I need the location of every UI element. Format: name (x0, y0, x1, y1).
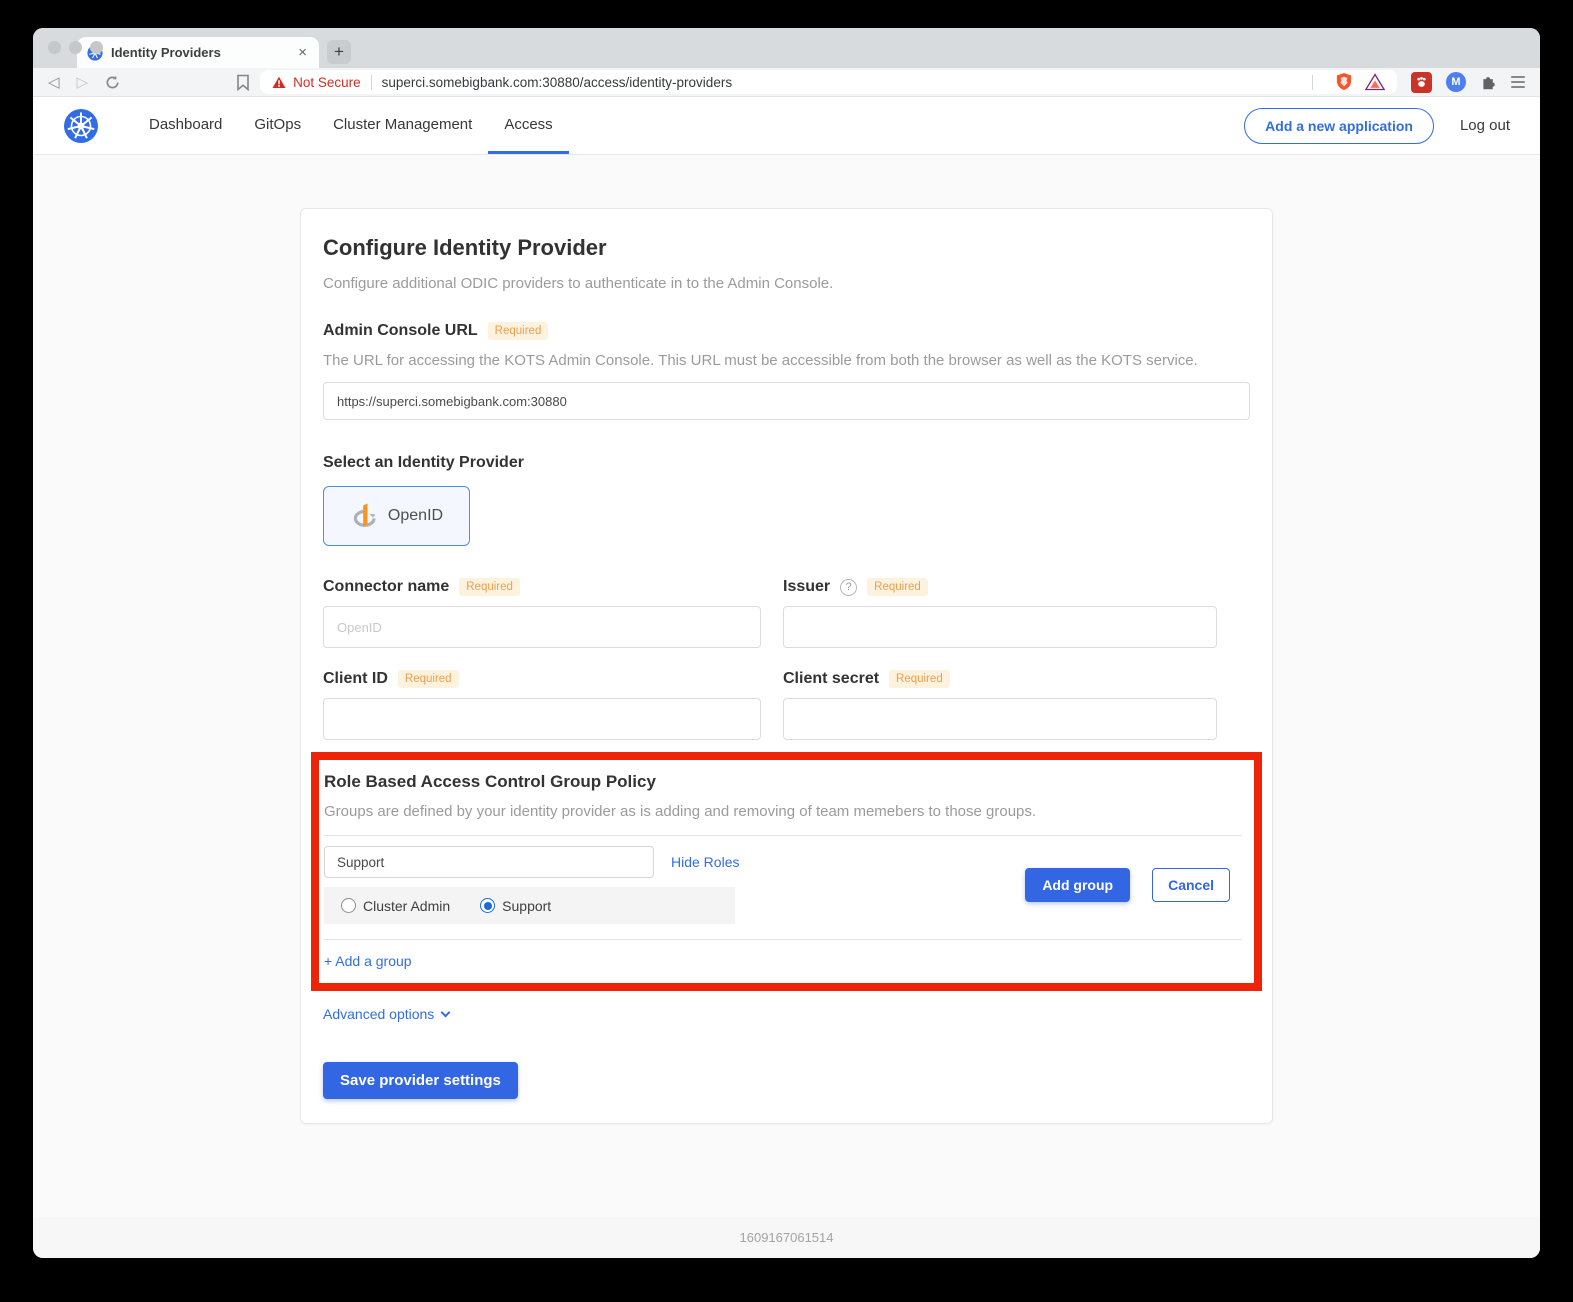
required-badge: Required (867, 578, 928, 596)
admin-console-url-label: Admin Console URL (323, 322, 478, 340)
client-secret-label: Client secret (783, 670, 879, 688)
main-nav: Dashboard GitOps Cluster Management Acce… (133, 97, 569, 154)
privacy-extension-icon[interactable] (1411, 72, 1432, 93)
back-icon[interactable]: ◁ (48, 75, 60, 90)
chevron-down-icon (441, 1007, 451, 1017)
cancel-button[interactable]: Cancel (1152, 868, 1230, 902)
page-footer: 1609167061514 (33, 1217, 1540, 1258)
required-badge: Required (889, 670, 950, 688)
nav-item-dashboard[interactable]: Dashboard (133, 97, 238, 154)
issuer-input[interactable] (783, 606, 1217, 648)
site-header: Dashboard GitOps Cluster Management Acce… (33, 97, 1540, 155)
url-separator (371, 75, 372, 90)
window-controls (48, 41, 103, 54)
page-title: Configure Identity Provider (323, 235, 1250, 261)
role-label: Support (502, 898, 551, 914)
radio-unselected-icon[interactable] (341, 898, 356, 913)
menu-icon[interactable] (1511, 76, 1525, 88)
required-badge: Required (459, 578, 520, 596)
group-editor-row: Hide Roles Cluster Admin Support (324, 846, 1242, 924)
group-name-input[interactable] (324, 846, 654, 878)
nav-item-gitops[interactable]: GitOps (238, 97, 317, 154)
browser-window: Identity Providers × + ◁ ▷ Not Secure su… (33, 28, 1540, 1258)
rbac-divider-bottom (324, 939, 1242, 940)
configure-identity-provider-card: Configure Identity Provider Configure ad… (300, 208, 1273, 1124)
role-radio-support[interactable]: Support (480, 898, 551, 914)
bat-rewards-icon[interactable] (1365, 73, 1385, 91)
required-badge: Required (398, 670, 459, 688)
openid-provider-label: OpenID (388, 507, 443, 525)
client-id-input[interactable] (323, 698, 761, 740)
tab-close-icon[interactable]: × (296, 44, 309, 61)
new-tab-button[interactable]: + (327, 40, 351, 64)
add-group-button[interactable]: Add group (1025, 868, 1130, 902)
url-text[interactable]: superci.somebigbank.com:30880/access/ide… (382, 75, 732, 90)
issuer-help-icon[interactable]: ? (840, 579, 857, 596)
bookmark-icon[interactable] (236, 74, 250, 91)
add-a-group-link[interactable]: + Add a group (324, 953, 412, 969)
hide-roles-link[interactable]: Hide Roles (671, 854, 739, 870)
advanced-options-toggle[interactable]: Advanced options (323, 1006, 449, 1022)
rbac-subtitle: Groups are defined by your identity prov… (324, 803, 1242, 820)
client-secret-input[interactable] (783, 698, 1217, 740)
admin-console-url-input[interactable] (323, 382, 1250, 420)
not-secure-label[interactable]: Not Secure (293, 75, 361, 90)
minimize-window-button[interactable] (69, 41, 82, 54)
role-radio-cluster-admin[interactable]: Cluster Admin (341, 898, 450, 914)
extensions-puzzle-icon[interactable] (1480, 74, 1497, 91)
rbac-highlight-box: Role Based Access Control Group Policy G… (311, 752, 1262, 991)
add-new-application-button[interactable]: Add a new application (1244, 108, 1434, 144)
role-label: Cluster Admin (363, 898, 450, 914)
page-body: Configure Identity Provider Configure ad… (33, 155, 1540, 1217)
rbac-title: Role Based Access Control Group Policy (324, 772, 1242, 792)
roles-box: Cluster Admin Support (324, 887, 735, 924)
shields-separator (1312, 75, 1313, 90)
connector-name-label: Connector name (323, 578, 449, 596)
maximize-window-button[interactable] (90, 41, 103, 54)
browser-toolbar: ◁ ▷ Not Secure superci.somebigbank.com:3… (33, 68, 1540, 97)
browser-tab[interactable]: Identity Providers × (77, 37, 319, 68)
connector-name-input[interactable] (323, 606, 761, 648)
close-window-button[interactable] (48, 41, 61, 54)
select-identity-provider-label: Select an Identity Provider (323, 454, 1250, 472)
m-extension-icon[interactable]: M (1446, 72, 1466, 92)
extension-icons: M (1411, 72, 1525, 93)
logout-link[interactable]: Log out (1460, 117, 1510, 134)
reload-icon[interactable] (105, 75, 120, 90)
openid-logo-icon (350, 501, 380, 531)
save-provider-settings-button[interactable]: Save provider settings (323, 1062, 518, 1099)
issuer-label: Issuer (783, 578, 830, 596)
footer-timestamp: 1609167061514 (740, 1230, 834, 1245)
nav-item-access[interactable]: Access (488, 97, 568, 154)
admin-console-url-description: The URL for accessing the KOTS Admin Con… (323, 352, 1250, 369)
forward-icon[interactable]: ▷ (77, 75, 89, 90)
tab-title: Identity Providers (111, 45, 288, 60)
brave-shield-icon[interactable] (1335, 72, 1353, 92)
tab-bar: Identity Providers × + (33, 28, 1540, 68)
required-badge: Required (488, 322, 549, 340)
kubernetes-logo-icon (63, 108, 99, 144)
openid-provider-card[interactable]: OpenID (323, 486, 470, 546)
url-bar[interactable]: Not Secure superci.somebigbank.com:30880… (260, 70, 1397, 94)
client-id-label: Client ID (323, 670, 388, 688)
nav-item-cluster-management[interactable]: Cluster Management (317, 97, 488, 154)
not-secure-warning-icon[interactable] (272, 76, 286, 89)
rbac-divider-top (324, 835, 1242, 836)
page-subtitle: Configure additional ODIC providers to a… (323, 275, 1250, 292)
radio-selected-icon[interactable] (480, 898, 495, 913)
advanced-options-label: Advanced options (323, 1006, 434, 1022)
